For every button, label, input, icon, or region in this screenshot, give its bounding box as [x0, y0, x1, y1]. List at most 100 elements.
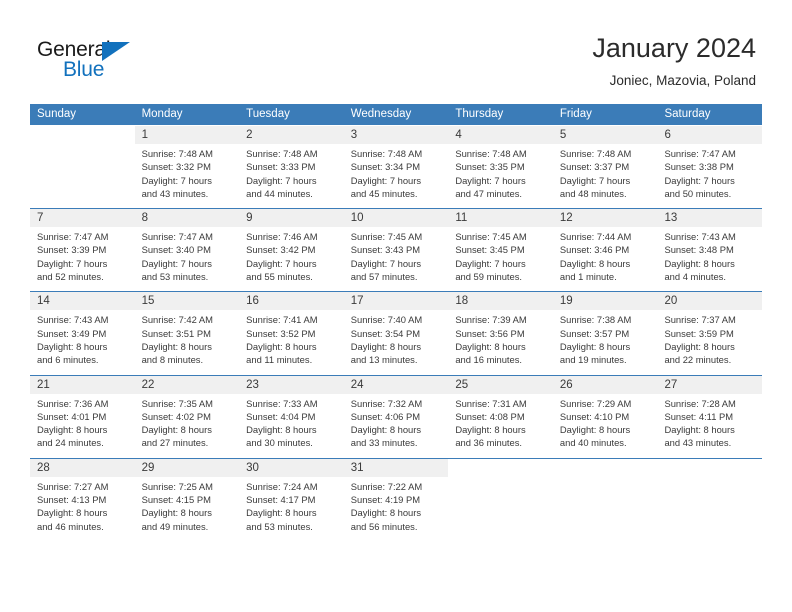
day-detail-line: and 47 minutes. [455, 187, 523, 199]
day-detail-line: Sunset: 3:48 PM [664, 244, 734, 256]
day-details: Sunrise: 7:46 AM Sunset: 3:42 PM Daylight:… [239, 227, 344, 291]
day-detail-line: Sunrise: 7:47 AM [141, 231, 213, 243]
day-number: 16 [239, 292, 344, 311]
day-number: 12 [552, 209, 658, 228]
day-cell-30[interactable]: 30 Sunrise: 7:24 AM Sunset: 4:17 PM Dayligh… [239, 458, 344, 541]
day-cell-26[interactable]: 26 Sunrise: 7:29 AM Sunset: 4:10 PM Dayligh… [552, 375, 658, 458]
day-cell-15[interactable]: 15 Sunrise: 7:42 AM Sunset: 3:51 PM Dayligh… [134, 292, 240, 375]
day-detail-line: Daylight: 7 hours [455, 257, 526, 269]
day-detail-line: Sunrise: 7:22 AM [350, 480, 423, 492]
day-details: Sunrise: 7:42 AM Sunset: 3:51 PM Daylight:… [135, 310, 240, 374]
day-detail-line: and 11 minutes. [246, 354, 313, 366]
day-details: Sunrise: 7:48 AM Sunset: 3:34 PM Daylight:… [344, 144, 449, 208]
day-detail-line: Sunset: 3:45 PM [455, 244, 525, 256]
day-detail-line: Daylight: 8 hours [350, 340, 422, 352]
day-cell-22[interactable]: 22 Sunrise: 7:35 AM Sunset: 4:02 PM Dayligh… [134, 375, 240, 458]
calendar-page: General Blue January 2024 Joniec, Mazovi… [0, 0, 792, 612]
day-detail-line: Sunset: 3:51 PM [141, 327, 211, 339]
day-detail-line: Sunset: 4:13 PM [37, 494, 107, 506]
day-detail-line: Sunrise: 7:36 AM [37, 397, 109, 409]
day-detail-line: Sunset: 4:08 PM [455, 410, 525, 422]
weekday-header-wednesday: Wednesday [350, 108, 412, 120]
day-cell-11[interactable]: 11 Sunrise: 7:45 AM Sunset: 3:45 PM Dayligh… [448, 209, 553, 292]
day-detail-line: Daylight: 8 hours [141, 340, 212, 352]
day-cell-2[interactable]: 2 Sunrise: 7:48 AM Sunset: 3:33 PM Daylight… [239, 126, 344, 209]
day-cell-24[interactable]: 24 Sunrise: 7:32 AM Sunset: 4:06 PM Dayligh… [343, 375, 449, 458]
day-cell-12[interactable]: 12 Sunrise: 7:44 AM Sunset: 3:46 PM Dayligh… [552, 209, 658, 292]
day-detail-line: Sunrise: 7:48 AM [246, 148, 318, 159]
day-detail-line: and 43 minutes. [141, 187, 209, 199]
day-detail-line: Daylight: 8 hours [37, 424, 108, 436]
day-details: Sunrise: 7:45 AM Sunset: 3:43 PM Daylight:… [344, 227, 449, 291]
day-cell-4[interactable]: 4 Sunrise: 7:48 AM Sunset: 3:35 PM Daylight… [448, 126, 553, 209]
day-number [552, 458, 658, 477]
day-detail-line: Sunset: 4:02 PM [141, 410, 211, 422]
day-number: 5 [552, 126, 658, 144]
day-details: Sunrise: 7:45 AM Sunset: 3:45 PM Daylight:… [448, 227, 553, 291]
day-detail-line: Sunset: 3:43 PM [350, 244, 421, 256]
day-cell-18[interactable]: 18 Sunrise: 7:39 AM Sunset: 3:56 PM Dayligh… [448, 292, 553, 375]
day-cell-14[interactable]: 14 Sunrise: 7:43 AM Sunset: 3:49 PM Dayligh… [30, 292, 135, 375]
day-details [30, 144, 135, 206]
day-cell-27[interactable]: 27 Sunrise: 7:28 AM Sunset: 4:11 PM Dayligh… [657, 375, 763, 458]
day-cell-9[interactable]: 9 Sunrise: 7:46 AM Sunset: 3:42 PM Daylight… [239, 209, 344, 292]
day-detail-line: and 45 minutes. [350, 187, 418, 199]
day-number: 21 [30, 375, 135, 394]
day-details: Sunrise: 7:48 AM Sunset: 3:37 PM Daylight:… [553, 144, 658, 208]
day-detail-line: Sunrise: 7:41 AM [246, 314, 318, 326]
day-cell-16[interactable]: 16 Sunrise: 7:41 AM Sunset: 3:52 PM Dayligh… [239, 292, 344, 375]
day-detail-line: and 53 minutes. [246, 520, 313, 532]
day-detail-line: Daylight: 8 hours [664, 340, 735, 352]
day-cell-10[interactable]: 10 Sunrise: 7:45 AM Sunset: 3:43 PM Dayligh… [343, 209, 449, 292]
day-details: Sunrise: 7:24 AM Sunset: 4:17 PM Daylight:… [239, 477, 344, 541]
day-detail-line: and 24 minutes. [37, 437, 104, 449]
calendar-week-row: 28 Sunrise: 7:27 AM Sunset: 4:13 PM Dayligh… [30, 457, 763, 541]
day-detail-line: Daylight: 8 hours [141, 507, 212, 519]
day-cell-25[interactable]: 25 Sunrise: 7:31 AM Sunset: 4:08 PM Dayligh… [448, 375, 553, 458]
day-cell-13[interactable]: 13 Sunrise: 7:43 AM Sunset: 3:48 PM Dayligh… [657, 209, 763, 292]
day-detail-line: Sunrise: 7:48 AM [559, 148, 632, 159]
day-cell-29[interactable]: 29 Sunrise: 7:25 AM Sunset: 4:15 PM Dayligh… [134, 458, 240, 541]
day-number: 28 [30, 458, 135, 477]
day-detail-line: and 43 minutes. [664, 437, 732, 449]
day-detail-line: Sunrise: 7:43 AM [664, 231, 736, 243]
generalblue-logo[interactable]: General Blue [37, 38, 157, 84]
day-detail-line: Sunset: 4:19 PM [350, 494, 421, 506]
day-details: Sunrise: 7:48 AM Sunset: 3:35 PM Daylight:… [448, 144, 553, 208]
day-detail-line: Daylight: 8 hours [350, 507, 422, 519]
day-cell-3[interactable]: 3 Sunrise: 7:48 AM Sunset: 3:34 PM Daylight… [343, 126, 449, 209]
day-detail-line: Sunset: 3:56 PM [455, 327, 525, 339]
day-cell-5[interactable]: 5 Sunrise: 7:48 AM Sunset: 3:37 PM Daylight… [552, 126, 658, 209]
day-detail-line: Daylight: 7 hours [350, 257, 422, 269]
day-detail-line: Sunset: 3:34 PM [350, 161, 421, 173]
day-cell-empty [30, 126, 135, 209]
day-detail-line: Daylight: 7 hours [455, 174, 526, 186]
day-cell-19[interactable]: 19 Sunrise: 7:38 AM Sunset: 3:57 PM Dayligh… [552, 292, 658, 375]
day-cell-28[interactable]: 28 Sunrise: 7:27 AM Sunset: 4:13 PM Dayligh… [30, 458, 135, 541]
day-detail-line: Sunset: 4:01 PM [37, 410, 107, 422]
day-detail-line: and 8 minutes. [141, 354, 204, 366]
day-detail-line: Daylight: 7 hours [350, 174, 422, 186]
day-cell-20[interactable]: 20 Sunrise: 7:37 AM Sunset: 3:59 PM Dayligh… [657, 292, 763, 375]
day-detail-line: and 33 minutes. [350, 437, 418, 449]
day-detail-line: Daylight: 7 hours [559, 174, 631, 186]
calendar-week-row: 21 Sunrise: 7:36 AM Sunset: 4:01 PM Dayligh… [30, 374, 763, 458]
day-detail-line: Daylight: 8 hours [664, 424, 735, 436]
day-detail-line: Daylight: 7 hours [141, 257, 212, 269]
day-cell-21[interactable]: 21 Sunrise: 7:36 AM Sunset: 4:01 PM Dayligh… [30, 375, 135, 458]
day-cell-1[interactable]: 1 Sunrise: 7:48 AM Sunset: 3:32 PM Daylight… [134, 126, 240, 209]
day-cell-7[interactable]: 7 Sunrise: 7:47 AM Sunset: 3:39 PM Daylight… [30, 209, 135, 292]
day-detail-line: and 49 minutes. [141, 520, 209, 532]
day-cell-23[interactable]: 23 Sunrise: 7:33 AM Sunset: 4:04 PM Dayligh… [239, 375, 344, 458]
day-cell-8[interactable]: 8 Sunrise: 7:47 AM Sunset: 3:40 PM Daylight… [134, 209, 240, 292]
day-cell-31[interactable]: 31 Sunrise: 7:22 AM Sunset: 4:19 PM Dayligh… [343, 458, 449, 541]
day-detail-line: Sunrise: 7:31 AM [455, 397, 527, 409]
day-details: Sunrise: 7:32 AM Sunset: 4:06 PM Daylight:… [344, 394, 449, 458]
day-number: 25 [448, 375, 553, 394]
day-details: Sunrise: 7:35 AM Sunset: 4:02 PM Daylight:… [135, 394, 240, 458]
day-cell-6[interactable]: 6 Sunrise: 7:47 AM Sunset: 3:38 PM Daylight… [657, 126, 763, 209]
day-details: Sunrise: 7:43 AM Sunset: 3:49 PM Daylight:… [30, 310, 135, 374]
day-detail-line: and 4 minutes. [664, 271, 726, 283]
day-cell-17[interactable]: 17 Sunrise: 7:40 AM Sunset: 3:54 PM Dayligh… [343, 292, 449, 375]
day-detail-line: Daylight: 8 hours [455, 424, 526, 436]
